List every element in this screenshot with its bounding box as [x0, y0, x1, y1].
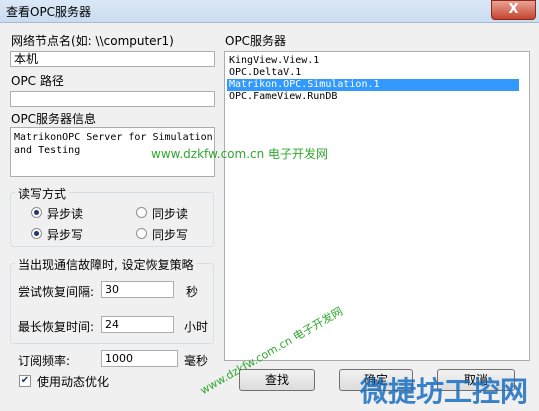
max-recovery-label: 最长恢复时间:: [18, 320, 95, 334]
server-list-item-selected[interactable]: Matrikon.OPC.Simulation.1: [227, 79, 519, 91]
watermark-logo-text: 微捷坊工控网: [360, 375, 529, 408]
server-list[interactable]: KingView.View.1 OPC.DeltaV.1 Matrikon.OP…: [224, 51, 530, 361]
node-name-label: 网络节点名(如: \\computer1): [11, 34, 174, 48]
retry-interval-unit: 秒: [186, 285, 199, 299]
recovery-title: 当出现通信故障时, 设定恢复策略: [15, 256, 197, 273]
find-button[interactable]: 查找: [239, 369, 315, 391]
watermark-text: www.dzkfw.com.cn 电子开发网: [151, 147, 329, 161]
sync-write-radio[interactable]: [136, 228, 147, 239]
dynamic-opt-checkbox[interactable]: ✔: [19, 375, 31, 387]
opc-path-input[interactable]: [10, 91, 215, 107]
read-write-title: 读写方式: [15, 185, 70, 202]
title-bar: 查看OPC服务器 X: [0, 0, 539, 23]
subscribe-rate-input[interactable]: 1000: [101, 350, 178, 367]
retry-interval-input[interactable]: 30: [101, 281, 174, 298]
retry-interval-label: 尝试恢复间隔:: [18, 285, 95, 299]
max-recovery-input[interactable]: 24: [101, 316, 174, 333]
async-write-radio[interactable]: [31, 228, 42, 239]
async-read-radio[interactable]: [31, 207, 42, 218]
server-info-label: OPC服务器信息: [11, 112, 97, 126]
server-list-item[interactable]: OPC.DeltaV.1: [227, 67, 539, 79]
async-read-label: 异步读: [47, 207, 84, 221]
check-icon: ✔: [20, 375, 30, 386]
server-list-item[interactable]: KingView.View.1: [227, 55, 539, 67]
sync-read-label: 同步读: [152, 207, 189, 221]
node-name-input[interactable]: 本机: [10, 51, 215, 67]
window-title: 查看OPC服务器: [6, 5, 92, 19]
server-list-item[interactable]: OPC.FameView.RunDB: [227, 91, 539, 103]
async-write-label: 异步写: [47, 228, 84, 242]
dynamic-opt-label: 使用动态优化: [37, 375, 110, 389]
subscribe-rate-unit: 毫秒: [184, 354, 209, 368]
server-info-line: MatrikonOPC Server for Simulation: [14, 132, 213, 143]
sync-read-radio[interactable]: [136, 207, 147, 218]
server-list-label: OPC服务器: [225, 34, 287, 48]
subscribe-rate-label: 订阅频率:: [18, 354, 71, 368]
close-icon: X: [508, 2, 519, 17]
max-recovery-unit: 小时: [184, 320, 209, 334]
close-button[interactable]: X: [491, 0, 536, 20]
sync-write-label: 同步写: [152, 228, 189, 242]
opc-path-label: OPC 路径: [11, 74, 64, 88]
